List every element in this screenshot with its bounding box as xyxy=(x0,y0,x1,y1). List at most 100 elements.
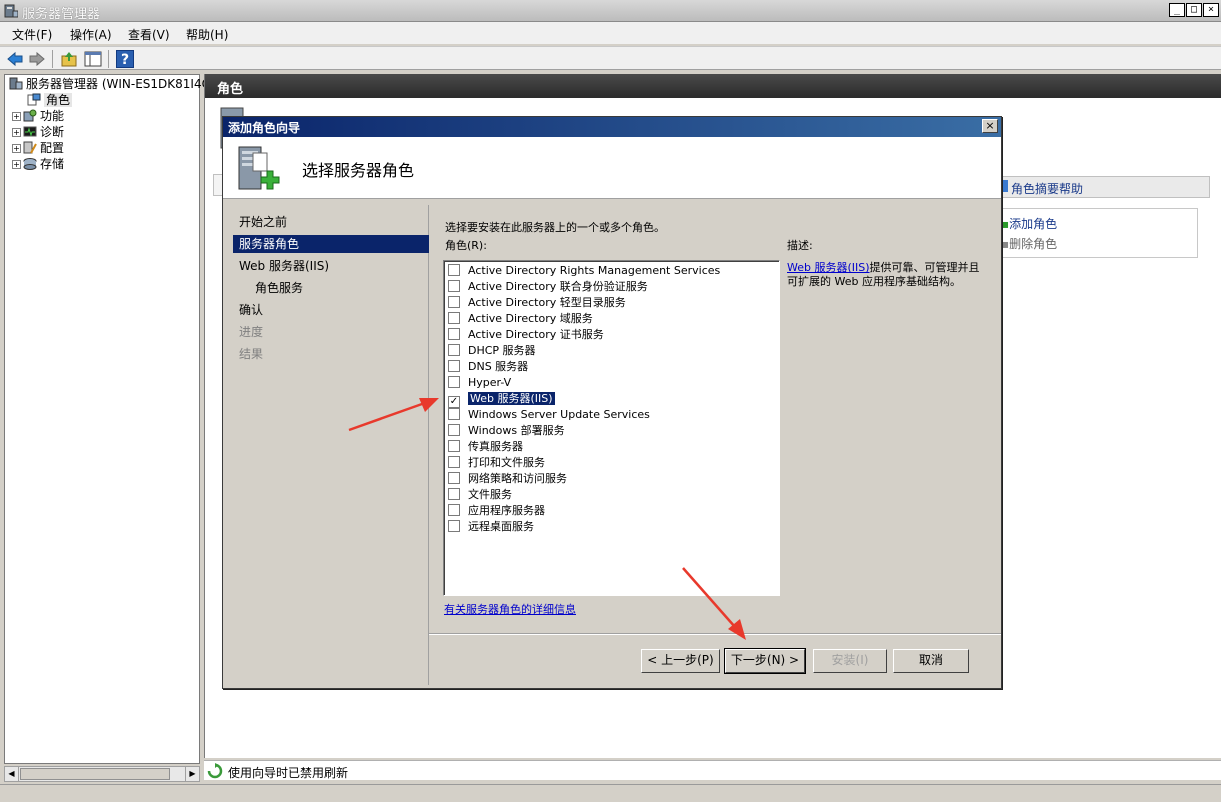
tree-item-features[interactable]: + 功能 xyxy=(12,108,64,124)
help-panel-header: 角色摘要帮助 xyxy=(996,176,1210,198)
restore-button[interactable]: □ xyxy=(1186,3,1202,17)
role-checkbox[interactable] xyxy=(448,408,460,420)
tree-item-configuration[interactable]: + 配置 xyxy=(12,140,64,156)
tree-item-label: 配置 xyxy=(40,141,65,155)
scrollbar-thumb[interactable] xyxy=(20,768,170,780)
step-confirmation[interactable]: 确认 xyxy=(233,301,429,319)
status-text: 使用向导时已禁用刷新 xyxy=(228,766,349,780)
cancel-button[interactable]: 取消 xyxy=(893,649,969,673)
role-checkbox[interactable] xyxy=(448,424,460,436)
role-checkbox[interactable] xyxy=(448,360,460,372)
role-label: DNS 服务器 xyxy=(468,360,529,373)
role-label: Web 服务器(IIS) xyxy=(468,392,555,405)
forward-arrow-icon[interactable] xyxy=(28,50,46,68)
role-label: Active Directory 联合身份验证服务 xyxy=(468,280,648,293)
add-icon: ▪ xyxy=(1001,217,1010,231)
role-item[interactable]: DNS 服务器 xyxy=(448,359,528,375)
tree-item-label: 角色 xyxy=(44,93,73,107)
role-item[interactable]: 网络策略和访问服务 xyxy=(448,471,567,487)
role-item[interactable]: Active Directory 联合身份验证服务 xyxy=(448,279,648,295)
window-title: 服务器管理器 xyxy=(22,7,101,22)
role-item[interactable]: Active Directory 域服务 xyxy=(448,311,593,327)
role-item[interactable]: Active Directory Rights Management Servi… xyxy=(448,263,720,279)
role-checkbox[interactable] xyxy=(448,344,460,356)
roles-list: Active Directory Rights Management Servi… xyxy=(443,260,780,596)
remove-roles-link[interactable]: ▪删除角色 xyxy=(1001,235,1057,252)
expand-icon[interactable]: + xyxy=(12,128,21,137)
console-tree: 服务器管理器 (WIN-ES1DK81I4Q 角色 + 功能 + 诊断 + 配置 + 存… xyxy=(4,74,211,764)
tree-item-storage[interactable]: + 存储 xyxy=(12,156,64,172)
tree-item-roles[interactable]: 角色 xyxy=(27,92,73,108)
role-item[interactable]: Windows 部署服务 xyxy=(448,423,565,439)
instruction-text: 选择要安装在此服务器上的一个或多个角色。 xyxy=(445,221,665,234)
role-checkbox[interactable] xyxy=(448,328,460,340)
role-checkbox[interactable] xyxy=(448,456,460,468)
server-manager-icon xyxy=(4,4,18,18)
role-item[interactable]: 远程桌面服务 xyxy=(448,519,534,535)
window-titlebar: 服务器管理器 _ □ × xyxy=(0,0,1221,22)
role-checkbox[interactable] xyxy=(448,296,460,308)
tree-root[interactable]: 服务器管理器 (WIN-ES1DK81I4Q xyxy=(9,76,211,92)
dialog-titlebar: 添加角色向导 × xyxy=(223,117,1001,137)
step-server-roles[interactable]: 服务器角色 xyxy=(233,235,429,253)
role-checkbox[interactable] xyxy=(448,376,460,388)
role-item[interactable]: 应用程序服务器 xyxy=(448,503,545,519)
role-item[interactable]: Windows Server Update Services xyxy=(448,407,650,423)
role-label: 应用程序服务器 xyxy=(468,504,545,517)
expand-icon[interactable]: + xyxy=(12,160,21,169)
tree-item-label: 功能 xyxy=(40,109,65,123)
wizard-steps: 开始之前 服务器角色 Web 服务器(IIS) 角色服务 确认 进度 结果 xyxy=(227,205,429,685)
step-role-services[interactable]: 角色服务 xyxy=(233,279,429,297)
help-icon[interactable]: ? xyxy=(116,50,134,68)
role-item[interactable]: Active Directory 轻型目录服务 xyxy=(448,295,626,311)
up-folder-icon[interactable] xyxy=(60,50,78,68)
next-button[interactable]: 下一步(N) > xyxy=(724,648,806,674)
close-button[interactable]: × xyxy=(1203,3,1219,17)
menu-bar: 文件(F) 操作(A) 查看(V) 帮助(H) xyxy=(0,22,1221,44)
role-item[interactable]: 文件服务 xyxy=(448,487,512,503)
main-header-title: 角色 xyxy=(217,82,244,97)
role-label: 网络策略和访问服务 xyxy=(468,472,567,485)
menu-help[interactable]: 帮助(H) xyxy=(186,26,228,43)
role-checkbox[interactable] xyxy=(448,488,460,500)
role-label: 远程桌面服务 xyxy=(468,520,534,533)
step-before-you-begin[interactable]: 开始之前 xyxy=(233,213,429,231)
role-item[interactable]: Active Directory 证书服务 xyxy=(448,327,604,343)
role-label: Hyper-V xyxy=(468,376,512,389)
tree-root-label: 服务器管理器 (WIN-ES1DK81I4Q xyxy=(26,77,212,91)
role-checkbox[interactable] xyxy=(448,504,460,516)
remove-roles-label: 删除角色 xyxy=(1009,237,1058,251)
tree-horizontal-scrollbar[interactable]: ◀ ▶ xyxy=(4,766,200,782)
expand-icon[interactable]: + xyxy=(12,112,21,121)
role-item[interactable]: 打印和文件服务 xyxy=(448,455,545,471)
minimize-button[interactable]: _ xyxy=(1169,3,1185,17)
role-item[interactable]: ✓ Web 服务器(IIS) xyxy=(448,391,555,408)
previous-button[interactable]: < 上一步(P) xyxy=(641,649,720,673)
role-checkbox[interactable] xyxy=(448,472,460,484)
role-checkbox[interactable] xyxy=(448,280,460,292)
menu-view[interactable]: 查看(V) xyxy=(128,26,170,43)
role-checkbox[interactable] xyxy=(448,520,460,532)
expand-icon[interactable]: + xyxy=(12,144,21,153)
tree-item-diagnostics[interactable]: + 诊断 xyxy=(12,124,64,140)
role-item[interactable]: Hyper-V xyxy=(448,375,511,391)
menu-file[interactable]: 文件(F) xyxy=(12,26,52,43)
scroll-right-icon[interactable]: ▶ xyxy=(185,767,199,781)
help-panel-title[interactable]: 角色摘要帮助 xyxy=(1011,180,1083,197)
role-checkbox[interactable] xyxy=(448,440,460,452)
add-roles-link[interactable]: ▪添加角色 xyxy=(1001,215,1057,232)
back-arrow-icon[interactable] xyxy=(6,50,24,68)
dialog-close-button[interactable]: × xyxy=(982,119,998,133)
scroll-left-icon[interactable]: ◀ xyxy=(5,767,19,781)
role-label: Active Directory 证书服务 xyxy=(468,328,604,341)
menu-action[interactable]: 操作(A) xyxy=(70,26,112,43)
role-checkbox[interactable] xyxy=(448,312,460,324)
tree-item-label: 诊断 xyxy=(40,125,65,139)
step-web-server-iis[interactable]: Web 服务器(IIS) xyxy=(233,257,429,275)
role-checkbox[interactable] xyxy=(448,264,460,276)
role-item[interactable]: DHCP 服务器 xyxy=(448,343,536,359)
role-item[interactable]: 传真服务器 xyxy=(448,439,523,455)
more-info-link[interactable]: 有关服务器角色的详细信息 xyxy=(444,601,576,617)
description-link[interactable]: Web 服务器(IIS) xyxy=(787,261,870,274)
show-console-tree-icon[interactable] xyxy=(84,50,102,68)
